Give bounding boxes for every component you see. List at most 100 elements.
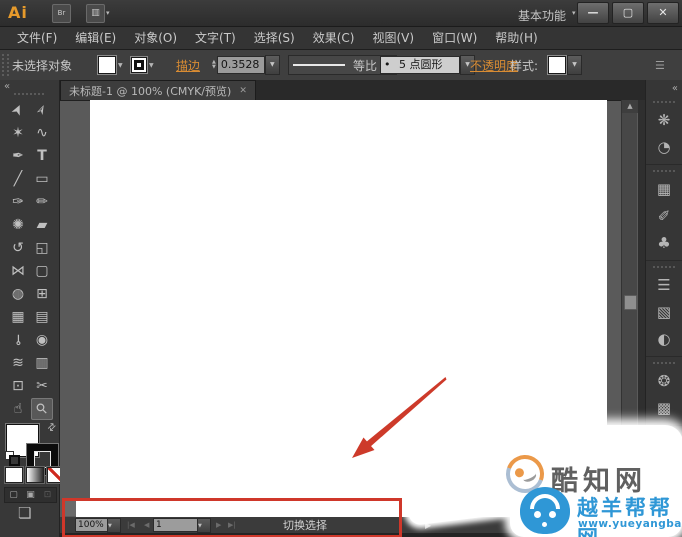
stroke-weight-input[interactable]: 0.3528 bbox=[216, 56, 265, 74]
menu-edit[interactable]: 编辑(E) bbox=[66, 27, 125, 50]
fill-caret-icon[interactable]: ▼ bbox=[118, 62, 123, 69]
draw-behind-icon[interactable]: ▣ bbox=[22, 488, 39, 502]
direct-selection-tool[interactable]: ➢ bbox=[31, 99, 53, 121]
symbols-panel-icon[interactable]: ♣ bbox=[657, 229, 670, 256]
stroke-panel-icon[interactable]: ☰ bbox=[657, 271, 670, 298]
stroke-weight-stepper[interactable]: ▲ ▼ bbox=[212, 60, 216, 70]
scale-tool[interactable]: ◱ bbox=[31, 237, 53, 259]
swap-fill-stroke-icon[interactable]: ⇄ bbox=[45, 421, 59, 435]
tool-panel-gripper[interactable] bbox=[14, 93, 44, 95]
pen-tool[interactable]: ✒ bbox=[7, 145, 29, 167]
brush-select[interactable]: • 5 点圆形 bbox=[380, 56, 460, 74]
dock-gripper[interactable] bbox=[653, 170, 675, 172]
menu-help[interactable]: 帮助(H) bbox=[486, 27, 546, 50]
maximize-button[interactable]: ▢ bbox=[612, 2, 644, 24]
rectangle-tool[interactable]: ▭ bbox=[31, 168, 53, 190]
dock-gripper[interactable] bbox=[653, 266, 675, 268]
fill-color-swatch[interactable] bbox=[97, 55, 117, 75]
document-tab[interactable]: 未标题-1 @ 100% (CMYK/预览) ✕ bbox=[60, 80, 256, 100]
stepper-down-icon[interactable]: ▼ bbox=[212, 65, 216, 70]
stroke-panel-link[interactable]: 描边 bbox=[176, 50, 200, 80]
title-bar: Ai Br ▥ ▾ 基本功能 ▾ — ▢ ✕ bbox=[0, 0, 682, 27]
draw-normal-icon[interactable]: ▢ bbox=[5, 488, 22, 502]
dock-gripper[interactable] bbox=[653, 101, 675, 103]
width-tool[interactable]: ⋈ bbox=[7, 260, 29, 282]
minimize-button[interactable]: — bbox=[577, 2, 609, 24]
gradient-panel-icon[interactable]: ▧ bbox=[657, 298, 671, 325]
paintbrush-tool[interactable]: ✑ bbox=[7, 191, 29, 213]
tool-grid: ➤ ➢ ✶ ∿ ✒ T ╱ ▭ ✑ ✏ ✺ ▰ ↺ ◱ ⋈ ▢ ◍ ⊞ ▦ ▤ … bbox=[6, 98, 54, 420]
free-transform-tool-icon: ▢ bbox=[35, 262, 49, 279]
color-button[interactable] bbox=[4, 466, 24, 484]
color-panel-icon[interactable]: ❋ bbox=[658, 106, 671, 133]
tab-close-icon[interactable]: ✕ bbox=[239, 86, 247, 96]
free-transform-tool[interactable]: ▢ bbox=[31, 260, 53, 282]
default-fill-stroke-icon[interactable] bbox=[5, 451, 20, 466]
menu-window[interactable]: 窗口(W) bbox=[423, 27, 486, 50]
eraser-tool[interactable]: ▰ bbox=[31, 214, 53, 236]
draw-inside-icon[interactable]: ⊡ bbox=[39, 488, 56, 502]
blend-tool[interactable]: ◉ bbox=[31, 329, 53, 351]
menu-file[interactable]: 文件(F) bbox=[8, 27, 66, 50]
dock-collapse-icon[interactable]: « bbox=[672, 83, 678, 94]
menu-select[interactable]: 选择(S) bbox=[245, 27, 304, 50]
graphic-styles-panel-icon[interactable]: ▩ bbox=[657, 394, 671, 421]
dock-gripper[interactable] bbox=[653, 362, 675, 364]
menu-effect[interactable]: 效果(C) bbox=[304, 27, 364, 50]
color-guide-panel-icon[interactable]: ◔ bbox=[657, 133, 670, 160]
stroke-caret-icon[interactable]: ▼ bbox=[149, 62, 154, 69]
appearance-panel-icon[interactable]: ❂ bbox=[658, 367, 671, 394]
mesh-tool[interactable]: ▦ bbox=[7, 306, 29, 328]
type-tool[interactable]: T bbox=[31, 145, 53, 167]
blob-brush-tool[interactable]: ✺ bbox=[7, 214, 29, 236]
selection-tool[interactable]: ➤ bbox=[7, 99, 29, 121]
style-swatch[interactable] bbox=[547, 55, 567, 75]
slice-tool[interactable]: ✂ bbox=[31, 375, 53, 397]
column-graph-tool[interactable]: ▥ bbox=[31, 352, 53, 374]
scroll-up-icon[interactable]: ▲ bbox=[622, 100, 638, 113]
slice-tool-icon: ✂ bbox=[36, 377, 48, 394]
bridge-icon[interactable]: Br bbox=[52, 4, 71, 23]
tool-panel-collapse-icon[interactable]: « bbox=[4, 81, 10, 92]
shape-builder-tool[interactable]: ◍ bbox=[7, 283, 29, 305]
rotate-tool-icon: ↺ bbox=[12, 239, 24, 256]
control-bar-gripper[interactable] bbox=[2, 54, 9, 76]
artboard-tool[interactable]: ⊡ bbox=[7, 375, 29, 397]
brushes-panel-icon[interactable]: ✐ bbox=[658, 202, 671, 229]
control-bar: 未选择对象 ▼ ▼ 描边 ▲ ▼ 0.3528 ▼ 等比 ▼ bbox=[0, 50, 682, 81]
zoom-tool[interactable]: ⚲ bbox=[31, 397, 53, 420]
pencil-tool[interactable]: ✏ bbox=[31, 191, 53, 213]
style-caret-icon[interactable]: ▼ bbox=[567, 55, 582, 75]
swatches-panel-icon[interactable]: ▦ bbox=[657, 175, 671, 202]
eyedropper-tool[interactable]: ⊸ bbox=[7, 329, 29, 351]
lasso-tool[interactable]: ∿ bbox=[31, 122, 53, 144]
shape-builder-tool-icon: ◍ bbox=[11, 285, 25, 302]
gradient-tool[interactable]: ▤ bbox=[31, 306, 53, 328]
scrollbar-thumb[interactable] bbox=[624, 295, 637, 310]
eyedropper-tool-icon: ⊸ bbox=[9, 333, 26, 346]
hand-tool[interactable]: ☝ bbox=[7, 398, 29, 420]
arrange-documents-caret-icon[interactable]: ▾ bbox=[106, 9, 110, 17]
control-panel-menu-icon[interactable]: ☰ bbox=[655, 50, 665, 80]
screen-mode-icon[interactable]: ❏ bbox=[18, 504, 31, 522]
symbol-sprayer-tool[interactable]: ≋ bbox=[7, 352, 29, 374]
gradient-button[interactable] bbox=[25, 466, 45, 484]
yueyang-watermark-url: www.yueyangbang.com bbox=[578, 518, 682, 530]
menu-view[interactable]: 视图(V) bbox=[363, 27, 423, 50]
workspace-caret-icon[interactable]: ▾ bbox=[572, 9, 576, 17]
menu-type[interactable]: 文字(T) bbox=[186, 27, 245, 50]
transparency-panel-icon[interactable]: ◐ bbox=[657, 325, 670, 352]
rotate-tool[interactable]: ↺ bbox=[7, 237, 29, 259]
line-segment-tool[interactable]: ╱ bbox=[7, 168, 29, 190]
paintbrush-tool-icon: ✑ bbox=[12, 193, 24, 210]
stroke-weight-caret-icon[interactable]: ▼ bbox=[264, 55, 280, 75]
perspective-grid-tool-icon: ⊞ bbox=[36, 285, 48, 302]
close-button[interactable]: ✕ bbox=[647, 2, 679, 24]
arrange-documents-icon[interactable]: ▥ bbox=[86, 4, 105, 23]
perspective-grid-tool[interactable]: ⊞ bbox=[31, 283, 53, 305]
width-profile-select[interactable]: 等比 bbox=[288, 55, 383, 75]
stroke-color-swatch[interactable] bbox=[130, 56, 148, 74]
magic-wand-tool[interactable]: ✶ bbox=[7, 122, 29, 144]
menu-object[interactable]: 对象(O) bbox=[125, 27, 186, 50]
workspace-switcher[interactable]: 基本功能 bbox=[518, 7, 566, 24]
